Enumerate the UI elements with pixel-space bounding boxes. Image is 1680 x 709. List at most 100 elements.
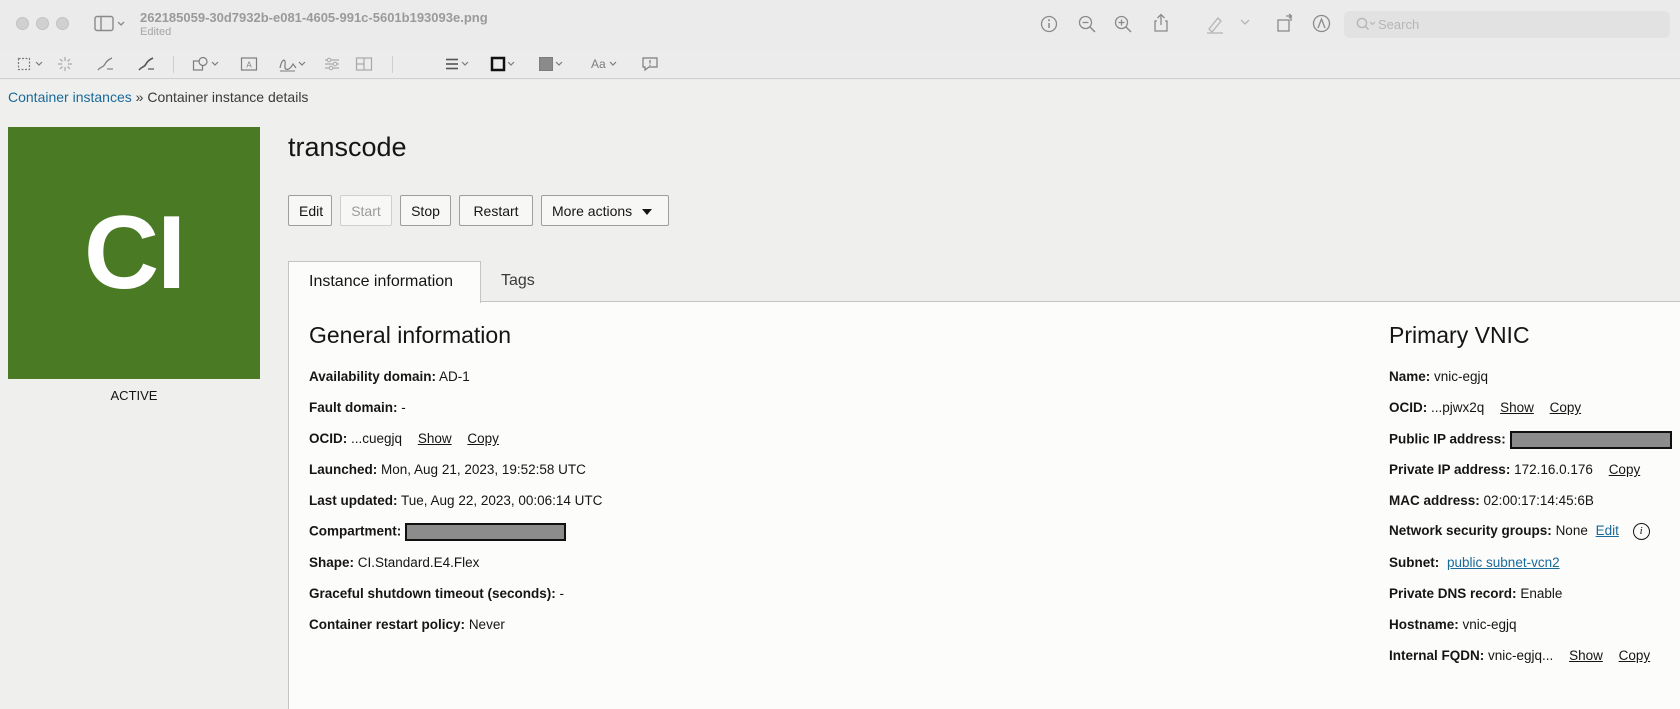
ocid-row: OCID: ...cuegjq Show Copy — [309, 431, 499, 446]
sketch-icon[interactable] — [96, 56, 114, 72]
restart-policy-value: Never — [468, 617, 505, 632]
private-ip-label: Private IP address: — [1389, 462, 1511, 477]
hostname-label: Hostname: — [1389, 617, 1459, 632]
private-ip-row: Private IP address: 172.16.0.176 Copy — [1389, 462, 1640, 477]
window-titlebar: 262185059-30d7932b-e081-4605-991c-5601b1… — [0, 0, 1680, 50]
instance-avatar: CI — [8, 127, 260, 379]
start-button[interactable]: Start — [340, 195, 392, 226]
private-dns-value: Enable — [1520, 586, 1563, 601]
instant-alpha-icon[interactable] — [57, 56, 73, 72]
graceful-shutdown-row: Graceful shutdown timeout (seconds): - — [309, 586, 564, 601]
annotate-bubble-icon[interactable] — [641, 56, 659, 72]
zoom-out-icon[interactable] — [1078, 15, 1096, 33]
zoom-window-button[interactable] — [56, 17, 69, 30]
signature-icon[interactable] — [278, 56, 308, 72]
vnic-ocid-copy-link[interactable]: Copy — [1550, 400, 1582, 415]
highlight-chevron-down-icon[interactable] — [1240, 17, 1250, 27]
internal-fqdn-row: Internal FQDN: vnic-egjq... Show Copy — [1389, 648, 1650, 663]
info-icon[interactable] — [1040, 15, 1058, 33]
search-icon — [1356, 17, 1376, 31]
private-ip-copy-link[interactable]: Copy — [1609, 462, 1641, 477]
compartment-redacted-value — [405, 523, 567, 541]
markup-toolbar: A Aa — [0, 50, 1680, 79]
search-input[interactable] — [1378, 15, 1658, 34]
private-dns-row: Private DNS record: Enable — [1389, 586, 1562, 601]
fault-domain-value: - — [401, 400, 406, 415]
last-updated-row: Last updated: Tue, Aug 22, 2023, 00:06:1… — [309, 493, 602, 508]
fault-domain-label: Fault domain: — [309, 400, 398, 415]
page-content: Container instances » Container instance… — [0, 80, 1680, 709]
internal-fqdn-show-link[interactable]: Show — [1569, 648, 1603, 663]
ocid-value: ...cuegjq — [351, 431, 403, 446]
breadcrumb: Container instances » Container instance… — [8, 89, 308, 105]
tab-tags[interactable]: Tags — [481, 261, 573, 302]
shape-row: Shape: CI.Standard.E4.Flex — [309, 555, 479, 570]
selection-tool-icon[interactable] — [17, 56, 45, 72]
close-window-button[interactable] — [16, 17, 29, 30]
zoom-in-icon[interactable] — [1114, 15, 1132, 33]
minimize-window-button[interactable] — [36, 17, 49, 30]
subnet-label: Subnet: — [1389, 555, 1440, 570]
breadcrumb-separator: » — [135, 89, 144, 105]
vnic-name-value: vnic-egjq — [1434, 369, 1489, 384]
graceful-shutdown-value: - — [559, 586, 565, 601]
breadcrumb-current: Container instance details — [147, 89, 309, 105]
public-ip-redacted-value — [1509, 431, 1672, 449]
vnic-name-label: Name: — [1389, 369, 1431, 384]
shapes-icon[interactable] — [192, 56, 222, 72]
tab-instance-information[interactable]: Instance information — [288, 261, 481, 303]
shape-value: CI.Standard.E4.Flex — [357, 555, 480, 570]
caret-down-icon — [642, 208, 653, 215]
sidebar-toggle-icon[interactable] — [94, 15, 126, 33]
private-ip-value: 172.16.0.176 — [1514, 462, 1593, 477]
last-updated-label: Last updated: — [309, 493, 398, 508]
nsg-value: None — [1555, 523, 1588, 539]
vnic-name-row: Name: vnic-egjq — [1389, 369, 1488, 384]
hostname-row: Hostname: vnic-egjq — [1389, 617, 1517, 632]
compartment-row: Compartment: — [309, 523, 567, 541]
mac-address-label: MAC address: — [1389, 493, 1480, 508]
vnic-ocid-label: OCID: — [1389, 400, 1428, 415]
edit-button[interactable]: Edit — [288, 195, 332, 226]
search-field[interactable] — [1344, 11, 1670, 38]
nsg-edit-link[interactable]: Edit — [1596, 523, 1619, 538]
line-style-icon[interactable] — [444, 56, 472, 72]
text-box-icon[interactable]: A — [240, 56, 258, 72]
nsg-label: Network security groups: — [1389, 523, 1552, 539]
mac-address-row: MAC address: 02:00:17:14:45:6B — [1389, 493, 1594, 508]
more-actions-button[interactable]: More actions — [541, 195, 669, 226]
page-title: transcode — [288, 132, 407, 162]
public-ip-label: Public IP address: — [1389, 431, 1506, 447]
rotate-icon[interactable] — [1276, 13, 1296, 33]
fill-color-icon[interactable] — [538, 56, 566, 72]
launched-value: Mon, Aug 21, 2023, 19:52:58 UTC — [381, 462, 586, 477]
adjust-color-icon[interactable] — [323, 56, 341, 72]
text-style-icon[interactable]: Aa — [590, 56, 620, 72]
border-color-icon[interactable] — [490, 56, 518, 72]
highlight-pen-icon[interactable] — [1205, 14, 1225, 34]
instance-state: ACTIVE — [110, 388, 158, 403]
ocid-copy-link[interactable]: Copy — [467, 431, 499, 446]
restart-button[interactable]: Restart — [459, 195, 533, 226]
internal-fqdn-label: Internal FQDN: — [1389, 648, 1485, 663]
last-updated-value: Tue, Aug 22, 2023, 00:06:14 UTC — [401, 493, 603, 508]
adjust-size-icon[interactable] — [355, 56, 373, 72]
share-icon[interactable] — [1152, 13, 1170, 33]
availability-domain-value: AD-1 — [439, 369, 470, 384]
hostname-value: vnic-egjq — [1462, 617, 1517, 632]
availability-domain-row: Availability domain: AD-1 — [309, 369, 470, 384]
stop-button[interactable]: Stop — [400, 195, 451, 226]
availability-domain-label: Availability domain: — [309, 369, 437, 384]
subnet-link[interactable]: public subnet-vcn2 — [1447, 555, 1560, 570]
nsg-info-icon[interactable]: i — [1632, 523, 1650, 540]
draw-icon[interactable] — [137, 56, 155, 72]
mac-address-value: 02:00:17:14:45:6B — [1483, 493, 1594, 508]
general-information-title: General information — [309, 322, 511, 348]
vnic-ocid-show-link[interactable]: Show — [1500, 400, 1534, 415]
internal-fqdn-copy-link[interactable]: Copy — [1619, 648, 1651, 663]
ocid-show-link[interactable]: Show — [418, 431, 452, 446]
vnic-ocid-row: OCID: ...pjwx2q Show Copy — [1389, 400, 1581, 415]
markup-icon[interactable] — [1312, 14, 1331, 33]
vnic-ocid-value: ...pjwx2q — [1431, 400, 1485, 415]
breadcrumb-container-instances-link[interactable]: Container instances — [8, 89, 132, 105]
